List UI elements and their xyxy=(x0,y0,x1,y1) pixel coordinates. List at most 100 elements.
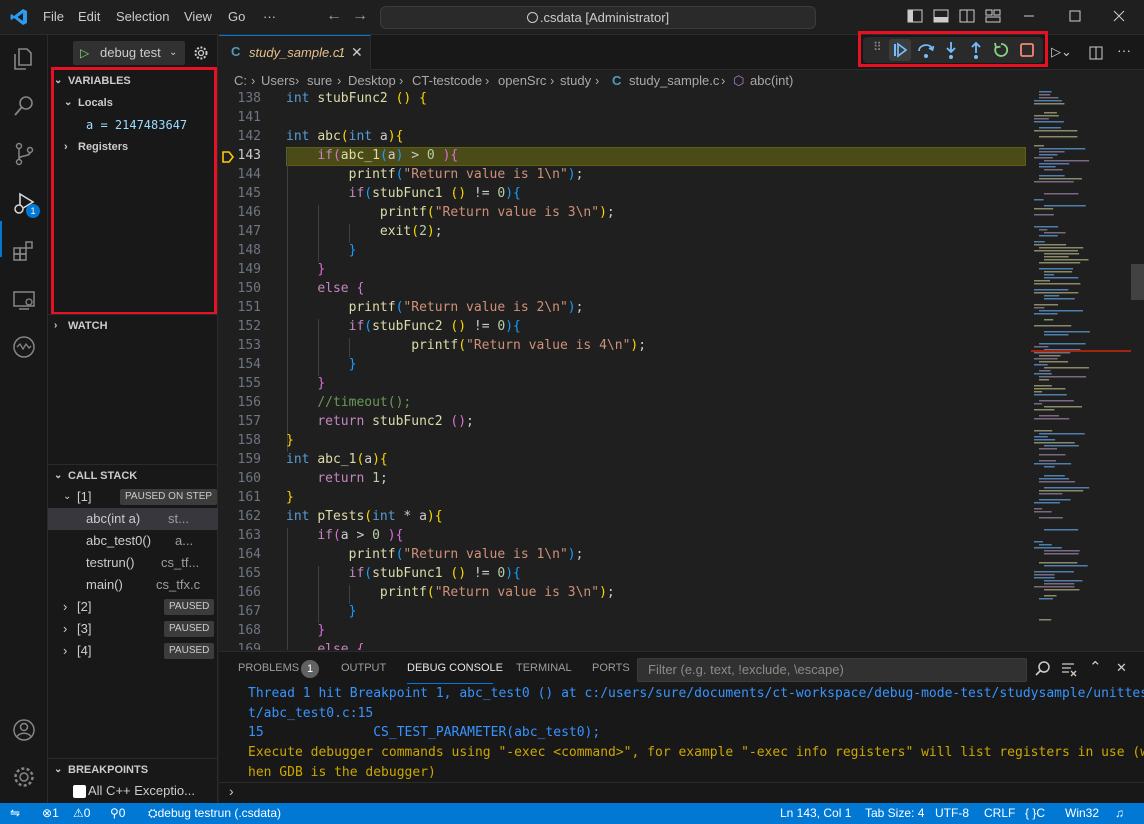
settings-gear-icon[interactable] xyxy=(11,764,37,790)
maximize-panel-icon[interactable]: ⌃ xyxy=(1089,658,1102,676)
more-actions-icon[interactable]: ··· xyxy=(1117,42,1131,58)
minimap-line xyxy=(1039,268,1074,270)
minimap-line xyxy=(1044,112,1057,114)
tab-output[interactable]: OUTPUT xyxy=(341,662,386,674)
split-editor-icon[interactable] xyxy=(1088,45,1104,61)
breadcrumb-item[interactable]: sure xyxy=(307,71,332,91)
minimap-line xyxy=(1034,577,1055,579)
line-number: 150 xyxy=(237,281,261,296)
tab-debug-console[interactable]: DEBUG CONSOLE xyxy=(407,662,503,674)
breadcrumb-item[interactable]: C: xyxy=(234,71,247,91)
scrollbar[interactable] xyxy=(1131,91,1144,650)
ports-status[interactable]: ⚲ 0 xyxy=(110,803,125,824)
tab-terminal[interactable]: TERMINAL xyxy=(516,662,572,674)
stack-frame-abc-test0[interactable]: abc_test0() a... xyxy=(48,530,218,552)
errors-status[interactable]: ⊗ 1 xyxy=(42,803,59,824)
language-mode[interactable]: { } C xyxy=(1025,803,1045,824)
stack-frame-abc[interactable]: abc(int a) st... xyxy=(48,508,218,530)
extensions-icon[interactable] xyxy=(11,238,37,264)
search-icon[interactable] xyxy=(1034,660,1052,678)
toggle-secondary-sidebar-icon[interactable] xyxy=(958,7,976,25)
stack-frame-testrun[interactable]: testrun() cs_tf... xyxy=(48,552,218,574)
problems-count-badge: 1 xyxy=(301,660,319,678)
menu-file[interactable]: File xyxy=(43,9,64,24)
minimize-icon[interactable] xyxy=(1020,7,1038,25)
encoding[interactable]: UTF-8 xyxy=(935,803,969,824)
checkbox[interactable] xyxy=(73,785,86,798)
forward-arrow-icon[interactable]: → xyxy=(352,7,368,25)
minimap[interactable] xyxy=(1031,91,1131,650)
testing-icon[interactable] xyxy=(11,334,37,360)
tab-size[interactable]: Tab Size: 4 xyxy=(865,803,924,824)
close-window-icon[interactable] xyxy=(1110,7,1128,25)
thread-2[interactable]: › [2] PAUSED xyxy=(48,596,218,618)
thread-3[interactable]: › [3] PAUSED xyxy=(48,618,218,640)
thread-1[interactable]: ⌄ [1] PAUSED ON STEP xyxy=(48,486,218,508)
menu-more[interactable]: ··· xyxy=(263,9,276,24)
minimap-line xyxy=(1034,289,1069,291)
minimap-line xyxy=(1039,151,1065,153)
notifications-bell-icon[interactable]: ♫ xyxy=(1115,803,1124,824)
toggle-sidebar-icon[interactable] xyxy=(906,7,924,25)
remote-explorer-icon[interactable] xyxy=(11,287,37,313)
chevron-right-icon: › xyxy=(485,73,490,88)
explorer-icon[interactable] xyxy=(11,46,37,72)
debug-settings-gear-icon[interactable] xyxy=(193,45,209,61)
code-line: if(abc_1(a) > 0 ){ xyxy=(317,148,459,163)
tab-problems[interactable]: PROBLEMS xyxy=(238,662,299,674)
cursor-position[interactable]: Ln 143, Col 1 xyxy=(780,803,851,824)
tab-ports[interactable]: PORTS xyxy=(592,662,630,674)
breadcrumb-item[interactable]: study_sample.c xyxy=(629,71,719,91)
debug-status[interactable]: ⛭ debug testrun (.csdata) xyxy=(148,803,281,824)
breakpoints-section-header[interactable]: ⌄ BREAKPOINTS xyxy=(48,759,218,781)
breadcrumb-item[interactable]: Users xyxy=(261,71,295,91)
source-control-icon[interactable] xyxy=(11,141,37,167)
warnings-status[interactable]: ⚠ 0 xyxy=(73,803,90,824)
minimap-line xyxy=(1044,193,1079,195)
minimap-line xyxy=(1039,562,1078,564)
tab-study-sample[interactable]: C study_sample.c 1 ✕ xyxy=(219,35,371,70)
console-line: 15 CS_TEST_PARAMETER(abc_test0); xyxy=(248,725,601,740)
close-icon[interactable]: ✕ xyxy=(351,44,363,61)
breakpoint-cpp-exceptions[interactable]: All C++ Exceptio... xyxy=(48,780,218,802)
watch-section-header[interactable]: › WATCH xyxy=(48,315,218,337)
console-prompt-icon[interactable]: › xyxy=(229,783,234,799)
maximize-icon[interactable] xyxy=(1066,7,1084,25)
account-icon[interactable] xyxy=(11,717,37,743)
console-filter-input[interactable]: Filter (e.g. text, !exclude, \escape) xyxy=(637,658,1027,682)
thread-4[interactable]: › [4] PAUSED xyxy=(48,640,218,662)
run-config-select[interactable]: ▷ debug test ⌄ xyxy=(73,41,185,65)
breadcrumb-item[interactable]: CT-testcode xyxy=(412,71,482,91)
menu-edit[interactable]: Edit xyxy=(78,9,100,24)
callstack-section-header[interactable]: ⌄ CALL STACK xyxy=(48,465,218,487)
toggle-panel-icon[interactable] xyxy=(932,7,950,25)
breadcrumb-item[interactable]: openSrc xyxy=(498,71,546,91)
menu-selection[interactable]: Selection xyxy=(116,9,169,24)
run-split-icon[interactable]: ▷⌄ xyxy=(1051,44,1072,60)
command-center-search[interactable]: .csdata [Administrator] xyxy=(380,6,816,29)
minimap-line xyxy=(1034,283,1081,285)
scrollbar-thumb[interactable] xyxy=(1131,264,1144,300)
start-debug-icon[interactable]: ▷ xyxy=(80,41,89,65)
code-line: printf("Return value is 3\n"); xyxy=(379,585,615,600)
breadcrumb-item[interactable]: Desktop xyxy=(348,71,396,91)
code-line: } xyxy=(286,433,294,448)
menu-go[interactable]: Go xyxy=(228,9,245,24)
menu-view[interactable]: View xyxy=(184,9,212,24)
customize-layout-icon[interactable] xyxy=(984,7,1002,25)
stack-frame-main[interactable]: main() cs_tfx.c xyxy=(48,574,218,596)
back-arrow-icon[interactable]: ← xyxy=(326,7,342,25)
line-number: 143 xyxy=(237,148,261,163)
breadcrumb-item[interactable]: abc(int) xyxy=(750,71,793,91)
breadcrumb-item[interactable]: study xyxy=(560,71,591,91)
code-editor[interactable]: 138 141 142 143 144 145 146 147 148 149 150 151 152 1… xyxy=(219,91,1144,650)
line-number: 159 xyxy=(237,452,261,467)
close-panel-icon[interactable]: ✕ xyxy=(1116,660,1127,676)
chevron-right-icon: › xyxy=(721,73,726,88)
clear-console-icon[interactable] xyxy=(1061,661,1077,677)
search-icon[interactable] xyxy=(11,93,37,119)
end-of-line[interactable]: CRLF xyxy=(984,803,1015,824)
platform[interactable]: Win32 xyxy=(1065,803,1099,824)
frame-name: testrun() xyxy=(86,555,135,570)
remote-indicator-icon[interactable]: ⇋ xyxy=(10,803,20,824)
